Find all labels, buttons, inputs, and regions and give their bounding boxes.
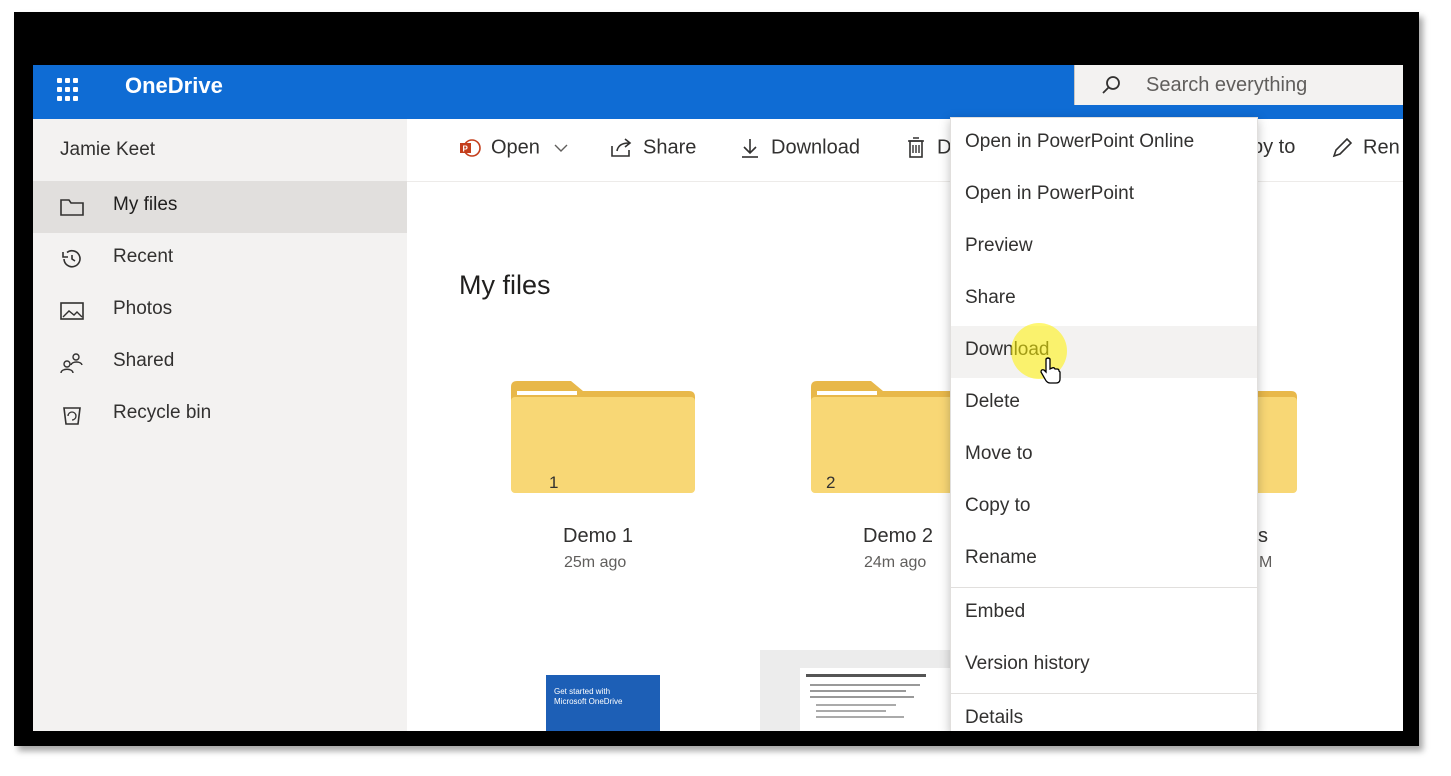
- document-lines-icon: [806, 674, 926, 718]
- menu-item-delete[interactable]: Delete: [951, 378, 1257, 430]
- share-button[interactable]: Share: [609, 136, 696, 164]
- nav-item-shared[interactable]: Shared: [33, 337, 407, 389]
- nav-item-photos[interactable]: Photos: [33, 285, 407, 337]
- folder-modified: 24m ago: [864, 554, 927, 571]
- app-title[interactable]: OneDrive: [125, 72, 223, 100]
- folder-icon: [60, 199, 84, 216]
- nav-item-recent[interactable]: Recent: [33, 233, 407, 285]
- svg-text:P: P: [463, 145, 469, 154]
- folder-modified: M: [1259, 554, 1273, 571]
- nav-label: Shared: [113, 350, 175, 371]
- app-launcher-icon[interactable]: [57, 78, 85, 102]
- download-button[interactable]: Download: [737, 136, 860, 164]
- file-thumbnail[interactable]: Get started with Microsoft OneDrive: [546, 675, 660, 731]
- menu-item-open-in-powerpoint[interactable]: Open in PowerPoint: [951, 170, 1257, 222]
- share-icon: [611, 138, 632, 157]
- folder-icon[interactable]: [511, 381, 695, 493]
- thumbnail-text: Get started with Microsoft OneDrive: [554, 687, 623, 706]
- nav-item-recycle-bin[interactable]: Recycle bin: [33, 389, 407, 441]
- left-nav: Jamie Keet My files Recent Photos Shared…: [33, 119, 407, 731]
- shared-people-icon: [60, 353, 83, 374]
- menu-item-share[interactable]: Share: [951, 274, 1257, 326]
- search-placeholder: Search everything: [1146, 74, 1308, 96]
- user-name: Jamie Keet: [60, 139, 156, 160]
- menu-item-download[interactable]: Download: [951, 326, 1257, 378]
- file-thumbnail[interactable]: [760, 650, 950, 731]
- chevron-down-icon: [554, 144, 567, 152]
- search-icon: [1102, 76, 1120, 94]
- powerpoint-icon: P: [460, 139, 481, 157]
- page-title: My files: [459, 270, 551, 300]
- menu-item-details[interactable]: Details: [951, 694, 1257, 731]
- onedrive-window: OneDrive Search everything Jamie Keet My…: [33, 65, 1403, 731]
- nav-item-my-files[interactable]: My files: [33, 181, 407, 233]
- menu-item-embed[interactable]: Embed: [951, 588, 1257, 640]
- menu-item-version-history[interactable]: Version history: [951, 640, 1257, 692]
- context-menu: Open in PowerPoint Online Open in PowerP…: [950, 117, 1258, 731]
- delete-button[interactable]: D: [903, 136, 951, 164]
- folder-item-count: 2: [826, 473, 836, 492]
- menu-item-copy-to[interactable]: Copy to: [951, 482, 1257, 534]
- search-box[interactable]: Search everything: [1074, 65, 1403, 105]
- hand-cursor-icon: [1040, 357, 1061, 384]
- nav-label: Recycle bin: [113, 402, 212, 423]
- menu-item-open-in-powerpoint-online[interactable]: Open in PowerPoint Online: [951, 118, 1257, 170]
- top-bar: OneDrive Search everything: [33, 65, 1403, 119]
- copy-to-button[interactable]: py to: [1252, 136, 1295, 164]
- recycle-bin-icon: [63, 407, 81, 425]
- nav-label: Recent: [113, 246, 174, 267]
- download-icon: [742, 139, 758, 158]
- nav-label: Photos: [113, 298, 173, 319]
- menu-item-move-to[interactable]: Move to: [951, 430, 1257, 482]
- folder-name[interactable]: Demo 2: [863, 525, 933, 548]
- photo-icon: [60, 302, 84, 320]
- folder-name[interactable]: s: [1258, 525, 1268, 548]
- open-button[interactable]: P Open: [457, 136, 568, 164]
- document-page-preview: [800, 668, 950, 731]
- folder-modified: 25m ago: [564, 554, 627, 571]
- history-icon: [62, 249, 81, 268]
- folder-name[interactable]: Demo 1: [563, 525, 633, 548]
- delete-icon: [908, 137, 924, 158]
- folder-item-count: 1: [549, 473, 559, 492]
- pencil-icon: [1332, 137, 1353, 158]
- nav-label: My files: [113, 194, 178, 215]
- menu-item-rename[interactable]: Rename: [951, 534, 1257, 586]
- rename-button[interactable]: Ren: [1329, 136, 1400, 164]
- menu-item-preview[interactable]: Preview: [951, 222, 1257, 274]
